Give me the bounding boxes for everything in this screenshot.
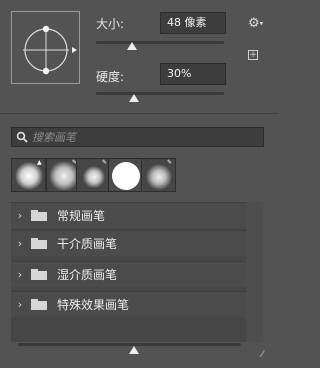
- new-preset-icon[interactable]: +: [248, 50, 258, 60]
- pressure-size-icon: ▲: [37, 159, 42, 166]
- size-label: 大小:: [96, 17, 125, 31]
- folder-icon: [31, 210, 47, 221]
- chevron-right-icon[interactable]: ›: [11, 237, 29, 250]
- search-input[interactable]: [32, 130, 257, 145]
- folder-icon: [31, 238, 47, 249]
- chevron-right-icon[interactable]: ›: [11, 209, 29, 222]
- brush-group-row[interactable]: › 干介质画笔: [11, 230, 246, 256]
- recent-brush-3[interactable]: ✎: [76, 158, 111, 192]
- hardness-label: 硬度:: [96, 70, 125, 84]
- pencil-icon: ✎: [134, 159, 140, 166]
- brush-group-label: 特殊效果画笔: [57, 298, 130, 312]
- recent-brush-1[interactable]: ▲: [11, 158, 46, 192]
- chevron-right-icon[interactable]: ›: [11, 298, 29, 311]
- brush-group-label: 常规画笔: [57, 209, 106, 223]
- search-box[interactable]: [11, 127, 264, 147]
- divider: [0, 113, 278, 114]
- folder-icon: [31, 299, 47, 310]
- hardness-slider-thumb[interactable]: [129, 94, 140, 102]
- size-slider-track[interactable]: [96, 41, 224, 44]
- hardness-slider-track[interactable]: [96, 92, 224, 95]
- brush-group-row[interactable]: › 常规画笔: [11, 202, 246, 228]
- resize-grip-icon[interactable]: ⁄⁄⁄: [261, 350, 263, 360]
- settings-gear-icon[interactable]: ⚙▾: [248, 16, 263, 31]
- thumbnail-size-thumb[interactable]: [128, 346, 139, 354]
- brush-group-list: › 常规画笔 › 干介质画笔 › 湿介质画笔 › 特殊效果画笔: [11, 202, 246, 342]
- chevron-right-icon[interactable]: ›: [11, 268, 29, 281]
- angle-roundness-widget[interactable]: [12, 12, 79, 83]
- brush-group-label: 干介质画笔: [57, 237, 118, 251]
- search-icon: [16, 131, 28, 143]
- size-field[interactable]: 48 像素: [160, 12, 226, 34]
- brush-group-label: 湿介质画笔: [57, 268, 118, 282]
- recent-brush-4[interactable]: ✎: [108, 158, 143, 192]
- brush-group-row[interactable]: › 特殊效果画笔: [11, 291, 246, 317]
- hardness-field[interactable]: 30%: [160, 63, 226, 85]
- folder-icon: [31, 269, 47, 280]
- recent-brush-5[interactable]: ✎: [141, 158, 176, 192]
- list-scrollbar[interactable]: [246, 202, 263, 342]
- size-slider-thumb[interactable]: [126, 42, 137, 50]
- brush-group-row[interactable]: › 湿介质画笔: [11, 261, 246, 287]
- brush-tip-preview[interactable]: [11, 11, 80, 84]
- airbrush-icon: ✎: [167, 159, 173, 166]
